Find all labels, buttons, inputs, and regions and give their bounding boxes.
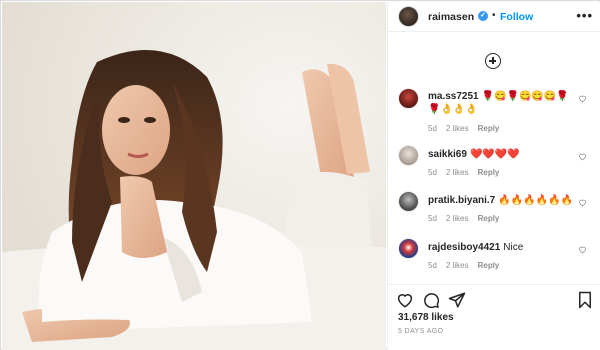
comment-body: rajdesiboy4421 Nice [428, 241, 578, 254]
comment-body: ma.ss7251 🌹😋🌹😋😋😋🌹🌹👌👌👌 [428, 90, 578, 116]
verified-badge-icon: ✓ [478, 11, 488, 21]
comment-meta: 5d 2 likes Reply [428, 168, 508, 177]
header-separator: • [492, 10, 496, 21]
comment-text: ❤️❤️❤️❤️ [469, 149, 520, 160]
post-date[interactable]: 5 DAYS AGO [398, 328, 444, 335]
comment-username[interactable]: ma.ss7251 [428, 91, 479, 102]
comments-panel: raimasen ✓ • Follow ••• ma.ss7251 🌹😋🌹😋😋😋🌹… [387, 2, 600, 350]
comment-likes[interactable]: 2 likes [446, 214, 469, 223]
comment-meta: 5d 2 likes Reply [428, 261, 508, 270]
likes-count[interactable]: 31,678 likes [398, 312, 454, 323]
load-more-icon[interactable] [485, 53, 501, 69]
post-photo[interactable] [2, 2, 386, 350]
reply-button[interactable]: Reply [478, 214, 500, 223]
comment-text: 🔥🔥🔥🔥🔥🔥 [498, 195, 573, 206]
comment-body: pratik.biyani.7 🔥🔥🔥🔥🔥🔥 [428, 194, 578, 207]
heart-icon[interactable] [578, 245, 587, 254]
post-photo-illustration [2, 2, 386, 350]
commenter-avatar[interactable] [398, 145, 419, 166]
comment-likes[interactable]: 2 likes [446, 124, 469, 133]
comment-username[interactable]: saikki69 [428, 149, 467, 160]
more-options-icon[interactable]: ••• [576, 8, 593, 23]
comment-meta: 5d 2 likes Reply [428, 124, 508, 133]
comment-body: saikki69 ❤️❤️❤️❤️ [428, 148, 578, 161]
reply-button[interactable]: Reply [478, 261, 500, 270]
comment-text: Nice [503, 242, 524, 253]
heart-icon[interactable] [396, 291, 414, 309]
share-icon[interactable] [448, 291, 466, 309]
follow-button[interactable]: Follow [500, 11, 533, 23]
comment-age: 5d [428, 168, 437, 177]
bookmark-icon[interactable] [576, 291, 594, 309]
comment-username[interactable]: rajdesiboy4421 [428, 242, 500, 253]
post-header: raimasen ✓ • Follow ••• [388, 2, 600, 32]
post-actions-bar [388, 284, 600, 314]
comment-username[interactable]: pratik.biyani.7 [428, 195, 495, 206]
reply-button[interactable]: Reply [478, 124, 500, 133]
author-avatar[interactable] [398, 6, 419, 27]
comment-likes[interactable]: 2 likes [446, 261, 469, 270]
post-dialog: raimasen ✓ • Follow ••• ma.ss7251 🌹😋🌹😋😋😋🌹… [0, 0, 600, 350]
commenter-avatar[interactable] [398, 191, 419, 212]
commenter-avatar[interactable] [398, 238, 419, 259]
heart-icon[interactable] [578, 152, 587, 161]
comment-age: 5d [428, 124, 437, 133]
author-username[interactable]: raimasen [428, 11, 474, 23]
comment-likes[interactable]: 2 likes [446, 168, 469, 177]
heart-icon[interactable] [578, 198, 587, 207]
comment-meta: 5d 2 likes Reply [428, 214, 508, 223]
comment-age: 5d [428, 261, 437, 270]
heart-icon[interactable] [578, 94, 587, 103]
commenter-avatar[interactable] [398, 88, 419, 109]
comment-age: 5d [428, 214, 437, 223]
comment-icon[interactable] [422, 291, 440, 309]
reply-button[interactable]: Reply [478, 168, 500, 177]
